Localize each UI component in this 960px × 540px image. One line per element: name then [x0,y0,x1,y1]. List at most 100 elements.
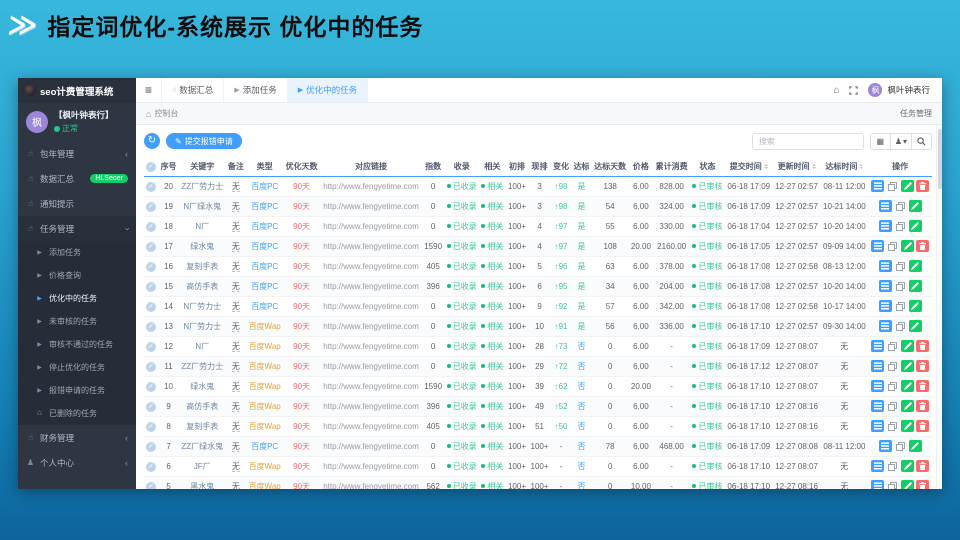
sidebar-item-unreviewed-tasks[interactable]: ▶ 未审核的任务 [18,310,136,333]
edit-button[interactable] [908,280,922,292]
edit-button[interactable] [901,460,915,472]
edit-button[interactable] [908,440,922,452]
row-checkbox[interactable]: ✓ [146,342,157,352]
copy-button[interactable] [886,420,899,432]
task-link[interactable]: http://www.fengyetime.com [323,262,419,271]
view-button[interactable] [878,320,892,332]
copy-button[interactable] [886,480,899,489]
row-checkbox[interactable]: ✓ [146,462,157,472]
sort-icon[interactable] [811,162,816,171]
view-button[interactable] [878,280,892,292]
search-input[interactable] [751,132,864,150]
task-link[interactable]: http://www.fengyetime.com [323,182,419,191]
view-button[interactable] [871,460,885,472]
fullscreen-icon[interactable] [849,85,859,95]
task-link[interactable]: http://www.fengyetime.com [323,402,419,411]
delete-button[interactable] [916,400,930,412]
copy-button[interactable] [886,400,899,412]
view-button[interactable] [878,220,892,232]
task-link[interactable]: http://www.fengyetime.com [323,322,419,331]
copy-button[interactable] [886,380,899,392]
submit-error-report-button[interactable]: ✎ 提交报错申请 [166,133,242,149]
edit-button[interactable] [901,180,915,192]
task-link[interactable]: http://www.fengyetime.com [323,462,419,471]
search-button[interactable] [911,132,932,150]
delete-button[interactable] [916,380,930,392]
sort-icon[interactable] [859,162,864,171]
row-checkbox[interactable]: ✓ [146,442,157,452]
delete-button[interactable] [916,460,930,472]
edit-button[interactable] [908,320,922,332]
delete-button[interactable] [916,480,930,489]
view-button[interactable] [878,200,892,212]
task-link[interactable]: http://www.fengyetime.com [323,202,419,211]
copy-button[interactable] [886,180,899,192]
copy-button[interactable] [894,320,907,332]
task-link[interactable]: http://www.fengyetime.com [323,222,419,231]
sidebar-item-deleted-tasks[interactable]: ♺ 已删除的任务 [18,402,136,425]
sidebar-item-price-query[interactable]: ▶ 价格查询 [18,264,136,287]
sidebar-item-error-report-tasks[interactable]: ▶ 报错申请的任务 [18,379,136,402]
refresh-button[interactable]: ↻ [144,133,160,149]
row-checkbox[interactable]: ✓ [146,222,157,232]
sidebar-item-data-summary[interactable]: ☝ 数据汇总 HLSeoer [18,166,136,191]
edit-button[interactable] [901,400,915,412]
view-button[interactable] [871,420,885,432]
sidebar-item-notice[interactable]: ☝ 通知提示 [18,191,136,216]
edit-button[interactable] [901,380,915,392]
task-link[interactable]: http://www.fengyetime.com [323,282,419,291]
tab-add-task[interactable]: ▶ 添加任务 [223,78,286,102]
sidebar-item-annual-manage[interactable]: ☝ 包年管理 ‹ [18,141,136,166]
topbar-avatar[interactable]: 枫 [868,83,883,97]
tab-optimizing-tasks[interactable]: ▶ 优化中的任务 [286,78,369,102]
sidebar-item-finance-manage[interactable]: ☝ 财务管理 ‹ [18,425,136,450]
row-checkbox[interactable]: ✓ [146,302,157,312]
scrollbar[interactable] [936,125,942,489]
sidebar-item-optimizing-tasks[interactable]: ▶ 优化中的任务 [18,287,136,310]
view-button[interactable] [878,440,892,452]
copy-button[interactable] [894,440,907,452]
select-all-checkbox[interactable]: ✓ [146,162,157,172]
col-submit-time[interactable]: 提交时间 [724,157,773,177]
row-checkbox[interactable]: ✓ [146,322,157,332]
row-checkbox[interactable]: ✓ [146,362,157,372]
task-link[interactable]: http://www.fengyetime.com [323,302,419,311]
edit-button[interactable] [901,420,915,432]
copy-button[interactable] [886,360,899,372]
view-button[interactable] [871,240,885,252]
sort-icon[interactable] [763,162,768,171]
copy-button[interactable] [894,300,907,312]
row-checkbox[interactable]: ✓ [146,262,157,272]
edit-button[interactable] [901,480,915,489]
view-button[interactable] [878,260,892,272]
scrollbar-thumb[interactable] [938,129,942,189]
row-checkbox[interactable]: ✓ [146,482,157,489]
delete-button[interactable] [916,240,930,252]
edit-button[interactable] [901,360,915,372]
task-link[interactable]: http://www.fengyetime.com [323,342,419,351]
task-link[interactable]: http://www.fengyetime.com [323,442,419,451]
delete-button[interactable] [916,180,930,192]
sidebar-item-add-task[interactable]: ▶ 添加任务 [18,241,136,264]
task-link[interactable]: http://www.fengyetime.com [323,362,419,371]
delete-button[interactable] [916,360,930,372]
copy-button[interactable] [894,260,907,272]
view-button[interactable] [878,300,892,312]
sidebar-item-stopped-tasks[interactable]: ▶ 停止优化的任务 [18,356,136,379]
view-button[interactable] [871,360,885,372]
edit-button[interactable] [908,200,922,212]
row-checkbox[interactable]: ✓ [146,282,157,292]
copy-button[interactable] [894,200,907,212]
task-link[interactable]: http://www.fengyetime.com [323,242,419,251]
sidebar-item-rejected-tasks[interactable]: ▶ 审核不通过的任务 [18,333,136,356]
view-button[interactable] [871,480,885,489]
edit-button[interactable] [908,260,922,272]
copy-button[interactable] [886,240,899,252]
edit-button[interactable] [908,300,922,312]
tab-data-summary[interactable]: ☝ 数据汇总 [161,78,223,102]
row-checkbox[interactable]: ✓ [146,202,157,212]
sidebar-item-profile[interactable]: ♟ 个人中心 ‹ [18,450,136,475]
edit-button[interactable] [908,220,922,232]
delete-button[interactable] [916,340,930,352]
col-reach-time[interactable]: 达标时间 [820,157,869,177]
